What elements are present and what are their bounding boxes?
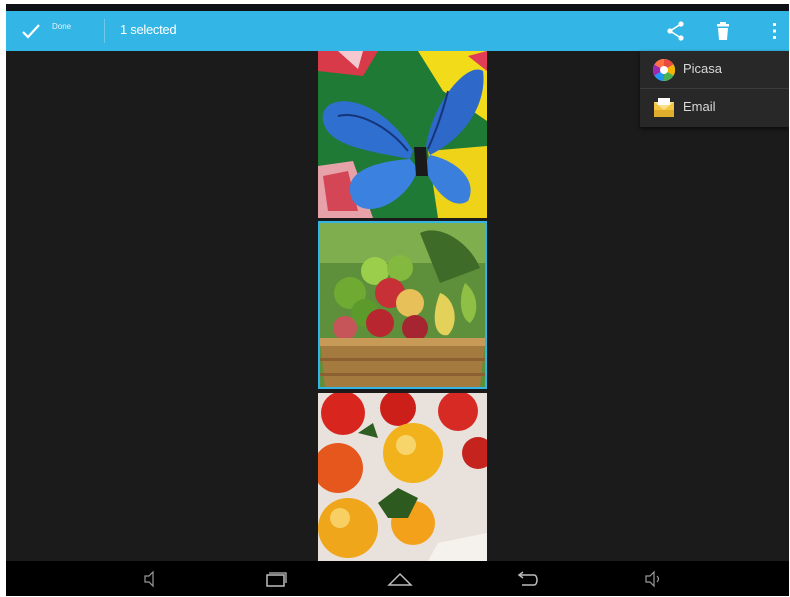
delete-icon[interactable] (711, 19, 735, 43)
tomatoes-image (318, 393, 487, 561)
butterfly-image (318, 51, 487, 218)
overflow-menu-icon[interactable] (762, 19, 786, 43)
volume-up-icon (645, 570, 660, 588)
picasa-icon (653, 59, 675, 81)
email-icon (654, 98, 674, 117)
photo-thumbnail[interactable] (318, 393, 487, 561)
menu-item-email[interactable]: Email (640, 89, 789, 126)
photo-thumbnail-selected[interactable] (318, 221, 487, 389)
share-popup-menu: Picasa Email (640, 51, 789, 127)
volume-down-button[interactable] (136, 566, 164, 592)
done-button[interactable]: Done (6, 11, 98, 51)
share-icon[interactable] (664, 19, 688, 43)
fruit-basket-image (320, 223, 485, 387)
recent-apps-button[interactable] (261, 566, 289, 592)
menu-item-picasa[interactable]: Picasa (640, 51, 789, 88)
menu-item-label: Email (683, 99, 716, 114)
contextual-action-bar: Done 1 selected (6, 11, 789, 51)
home-icon (387, 572, 413, 586)
back-button[interactable] (512, 566, 540, 592)
navigation-bar (6, 561, 789, 596)
volume-down-icon (144, 570, 154, 588)
action-bar-divider (104, 19, 105, 43)
home-button[interactable] (386, 566, 414, 592)
status-bar (6, 4, 789, 11)
recent-apps-icon (266, 572, 287, 587)
volume-up-button[interactable] (638, 566, 666, 592)
back-icon (517, 571, 538, 586)
selection-count-title: 1 selected (120, 22, 177, 37)
menu-item-label: Picasa (683, 61, 723, 76)
done-label: Done (52, 22, 72, 31)
checkmark-icon (22, 24, 40, 39)
tablet-screen: Done 1 selected Picasa Email (6, 4, 789, 596)
photo-thumbnail[interactable] (318, 51, 487, 218)
